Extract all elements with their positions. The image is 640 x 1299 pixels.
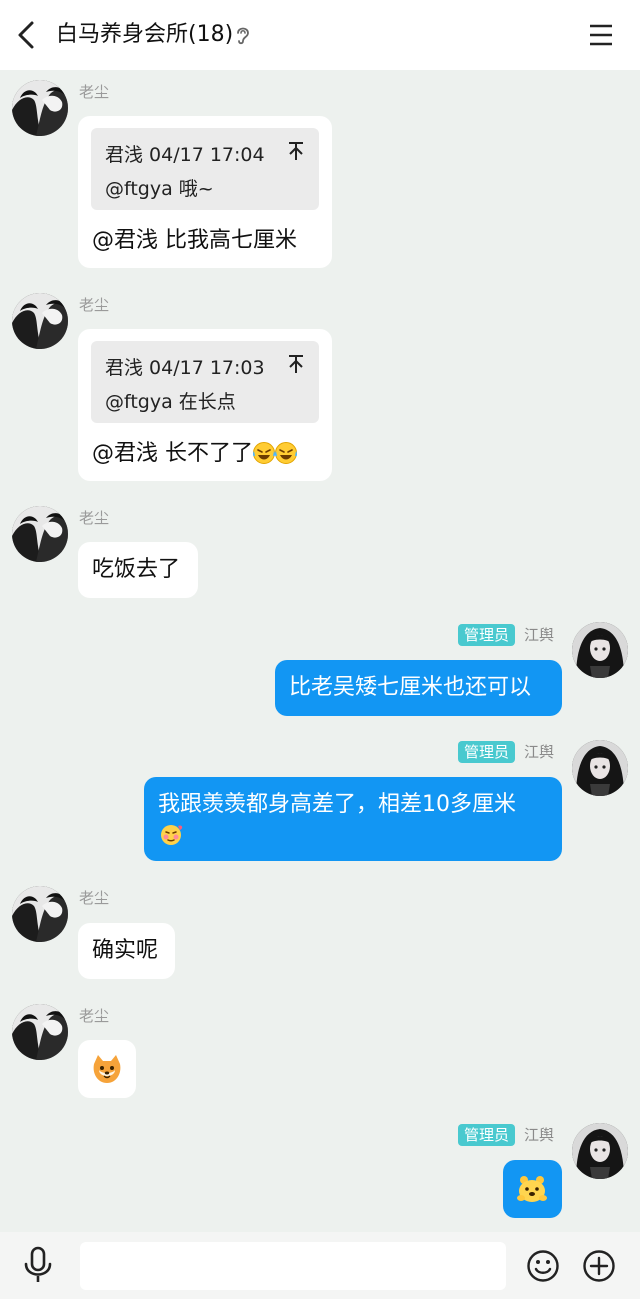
sender-name: 江舆 (524, 743, 555, 761)
quoted-message[interactable]: 君浅 04/17 17:03 @ftgya 在长点 (91, 341, 319, 423)
plus-icon[interactable] (582, 1249, 616, 1283)
emoji-icon[interactable] (526, 1249, 560, 1283)
avatar[interactable] (12, 80, 68, 136)
avatar[interactable] (572, 622, 628, 678)
sender-name: 老尘 (79, 296, 110, 314)
sender-name: 老尘 (79, 83, 110, 101)
microphone-icon[interactable] (22, 1246, 54, 1284)
laugh-emoji-icon (275, 442, 297, 464)
title-bar: 白马养身会所(18) (0, 0, 640, 70)
message-text: @君浅 长不了了 (92, 441, 253, 466)
jump-to-quote-icon[interactable] (287, 140, 305, 162)
message-bubble[interactable]: 我跟羡羡都身高差了，相差10多厘米 (144, 777, 562, 861)
message-bubble[interactable] (503, 1160, 562, 1218)
shiba-dog-emoji-icon (93, 1055, 121, 1083)
sender-name: 江舆 (524, 626, 555, 644)
message-text: 我跟羡羡都身高差了，相差10多厘米 (158, 792, 516, 817)
avatar[interactable] (572, 1123, 628, 1179)
message-text: 比老吴矮七厘米也还可以 (289, 675, 532, 700)
message-input[interactable] (80, 1242, 506, 1290)
message-bubble[interactable]: 君浅 04/17 17:04 @ftgya 哦~ @君浅 比我高七厘米 (78, 116, 332, 268)
avatar[interactable] (12, 506, 68, 562)
sender-name: 老尘 (79, 1007, 110, 1025)
hamburger-menu-icon[interactable] (588, 22, 614, 48)
message-bubble[interactable]: 比老吴矮七厘米也还可以 (275, 660, 562, 716)
quoted-message[interactable]: 君浅 04/17 17:04 @ftgya 哦~ (91, 128, 319, 210)
jump-to-quote-icon[interactable] (287, 353, 305, 375)
message-bubble[interactable]: 君浅 04/17 17:03 @ftgya 在长点 @君浅 长不了了 (78, 329, 332, 481)
quote-text: @ftgya 哦~ (105, 178, 214, 200)
avatar[interactable] (12, 886, 68, 942)
chevron-left-icon[interactable] (14, 20, 40, 50)
input-bar (0, 1232, 640, 1299)
admin-badge: 管理员 (458, 741, 516, 763)
blushing-face-emoji-icon (161, 825, 183, 845)
message-content: @君浅 长不了了 (92, 439, 297, 469)
message-text: 吃饭去了 (92, 557, 181, 582)
message-text: 确实呢 (92, 938, 159, 963)
message-bubble[interactable]: 吃饭去了 (78, 542, 198, 598)
ear-icon[interactable] (234, 24, 252, 46)
sender-name: 老尘 (79, 889, 110, 907)
avatar[interactable] (572, 740, 628, 796)
admin-badge: 管理员 (458, 624, 516, 646)
message-bubble[interactable]: 确实呢 (78, 923, 175, 979)
admin-badge: 管理员 (458, 1124, 516, 1146)
laugh-emoji-icon (253, 442, 275, 464)
quote-text: @ftgya 在长点 (105, 391, 236, 413)
avatar[interactable] (12, 293, 68, 349)
quote-meta: 君浅 04/17 17:03 (105, 357, 265, 379)
quote-meta: 君浅 04/17 17:04 (105, 144, 265, 166)
sender-name: 江舆 (524, 1126, 555, 1144)
message-bubble[interactable] (78, 1040, 136, 1098)
bear-emoji-icon (517, 1176, 547, 1202)
chat-title[interactable]: 白马养身会所(18) (56, 20, 233, 50)
message-text: @君浅 比我高七厘米 (92, 228, 297, 253)
avatar[interactable] (12, 1004, 68, 1060)
sender-name: 老尘 (79, 509, 110, 527)
